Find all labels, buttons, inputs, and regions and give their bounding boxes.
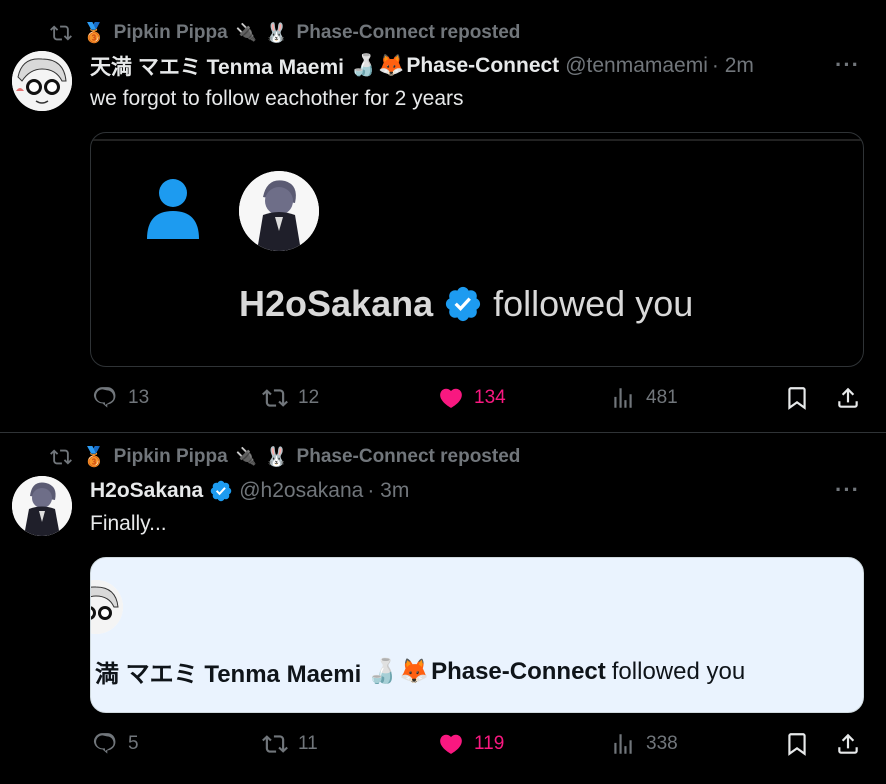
- views-button[interactable]: 338: [610, 731, 678, 757]
- share-button[interactable]: [835, 731, 861, 757]
- like-icon: [440, 734, 462, 754]
- author-handle[interactable]: @tenmamaemi: [565, 54, 708, 78]
- more-icon[interactable]: ···: [835, 52, 860, 78]
- share-button[interactable]: [835, 385, 861, 411]
- timestamp[interactable]: · 3m: [367, 479, 409, 503]
- fox-icon: 🦊: [399, 658, 430, 685]
- reposter-name[interactable]: Pipkin Pippa: [114, 22, 228, 44]
- bookmark-icon: [788, 387, 806, 410]
- avatar[interactable]: [12, 476, 72, 536]
- fox-icon: 🦊: [378, 54, 405, 77]
- medal-icon: 🥉: [82, 23, 106, 44]
- repost-suffix: Phase-Connect reposted: [296, 22, 521, 43]
- person-icon: [147, 179, 199, 239]
- repost-count: 12: [298, 387, 320, 408]
- media-follower-name: 満 マエミ Tenma Maemi: [95, 661, 362, 688]
- like-count: 134: [474, 387, 506, 408]
- media-action: followed you: [611, 657, 746, 685]
- repost-icon: [48, 22, 74, 44]
- views-button[interactable]: 481: [610, 385, 678, 411]
- media-action: followed you: [493, 283, 694, 324]
- share-icon: [838, 387, 858, 408]
- tweet-header: 天満 マエミ Tenma Maemi 🍶 🦊 Phase-Connect @te…: [90, 51, 754, 81]
- media-follower-name: H2oSakana: [239, 283, 434, 324]
- plug-icon: 🔌: [235, 23, 257, 42]
- like-icon: [440, 388, 462, 408]
- reply-count: 5: [128, 733, 139, 754]
- action-bar: 13 12 134 481: [90, 385, 862, 415]
- like-button[interactable]: 119: [438, 731, 504, 757]
- more-icon[interactable]: ···: [835, 477, 860, 503]
- plug-icon: 🔌: [235, 447, 257, 466]
- media-follower-org: Phase-Connect: [431, 657, 606, 685]
- tweet-media[interactable]: 満 マエミ Tenma Maemi 🍶 🦊 Phase-Connect foll…: [90, 557, 864, 713]
- verified-badge-icon: [446, 286, 481, 322]
- repost-count: 11: [298, 733, 318, 754]
- repost-button[interactable]: 11: [262, 731, 318, 757]
- bookmark-button[interactable]: [784, 731, 810, 757]
- reposter-name[interactable]: Pipkin Pippa: [114, 446, 228, 468]
- reply-icon: [93, 733, 116, 754]
- tweet-text: we forgot to follow eachother for 2 year…: [90, 87, 464, 110]
- author-handle[interactable]: @h2osakana: [239, 479, 363, 503]
- bookmark-button[interactable]: [784, 385, 810, 411]
- tweet-media[interactable]: H2oSakana followed you: [90, 132, 864, 367]
- share-icon: [838, 733, 858, 754]
- follower-avatar: [91, 580, 123, 634]
- sake-icon: 🍶: [350, 54, 377, 77]
- reply-count: 13: [128, 387, 150, 408]
- view-count: 338: [646, 733, 678, 754]
- avatar[interactable]: [12, 51, 72, 111]
- author-name[interactable]: H2oSakana: [90, 479, 203, 503]
- views-icon: [614, 734, 632, 754]
- author-name[interactable]: 天満 マエミ Tenma Maemi: [90, 51, 344, 81]
- like-count: 119: [474, 733, 505, 754]
- tweet-2[interactable]: 🥉 Pipkin Pippa 🔌 🐰 Phase-Connect reposte…: [0, 433, 886, 784]
- bookmark-icon: [788, 733, 806, 756]
- medal-icon: 🥉: [82, 447, 106, 468]
- like-button[interactable]: 134: [438, 385, 506, 411]
- repost-context[interactable]: 🥉 Pipkin Pippa 🔌 🐰 Phase-Connect reposte…: [48, 445, 520, 469]
- reply-button[interactable]: 13: [92, 385, 149, 411]
- reply-button[interactable]: 5: [92, 731, 139, 757]
- repost-icon: [262, 735, 288, 753]
- bunny-icon: 🐰: [264, 447, 289, 468]
- bunny-icon: 🐰: [264, 23, 289, 44]
- reply-icon: [93, 387, 116, 408]
- timestamp[interactable]: · 2m: [712, 54, 754, 78]
- action-bar: 5 11 119 338: [90, 731, 862, 761]
- tweet-text: Finally...: [90, 512, 167, 535]
- view-count: 481: [646, 387, 678, 408]
- repost-suffix: Phase-Connect reposted: [296, 446, 521, 467]
- follower-avatar: [239, 171, 319, 251]
- repost-icon: [262, 389, 288, 407]
- tweet-1[interactable]: 🥉 Pipkin Pippa 🔌 🐰 Phase-Connect reposte…: [0, 0, 886, 432]
- tweet-header: H2oSakana @h2osakana · 3m: [90, 476, 409, 506]
- repost-icon: [48, 446, 74, 468]
- repost-button[interactable]: 12: [262, 385, 319, 411]
- repost-context[interactable]: 🥉 Pipkin Pippa 🔌 🐰 Phase-Connect reposte…: [48, 21, 520, 45]
- author-org[interactable]: Phase-Connect: [406, 54, 559, 78]
- views-icon: [614, 388, 632, 408]
- sake-icon: 🍶: [367, 658, 398, 685]
- verified-badge-icon: [210, 480, 232, 502]
